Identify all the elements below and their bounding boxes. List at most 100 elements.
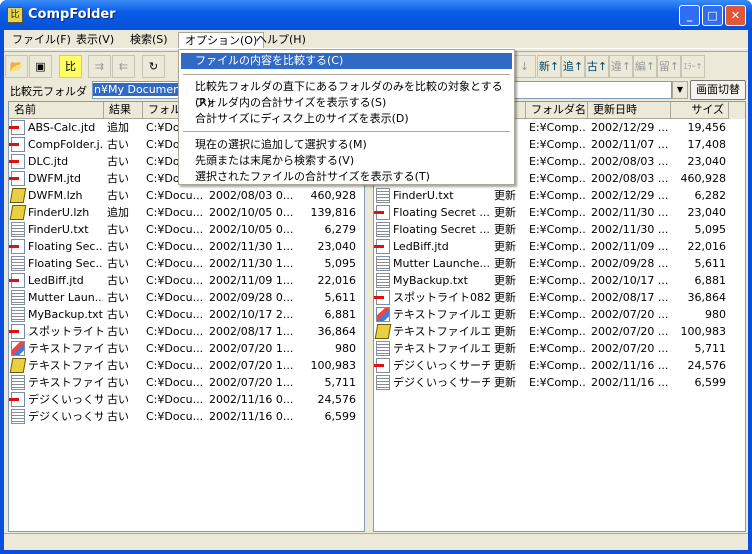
column-header[interactable]: 更新日時 [588,102,671,119]
menu-item[interactable]: 先頭または末尾から検索する(V) [181,153,512,169]
cell-result: 更新 [494,257,516,270]
menu-item[interactable]: 比較先フォルダの直下にあるフォルダのみを比較の対象とする(R) [181,79,512,109]
table-row[interactable]: MyBackup.txt 更新 E:¥Comp... 2002/10/17 ... 6,… [374,272,745,289]
sort-add-button[interactable]: 追↑ [561,55,585,78]
column-header[interactable]: サイズ [671,102,729,119]
title-bar[interactable]: 比 CompFolder _ □ ✕ [0,0,752,30]
jtd-file-icon [374,239,390,254]
cell-result: 更新 [494,325,516,338]
cell-folder: C:¥Docu... [146,376,203,389]
cell-size: 460,928 [680,172,727,185]
table-row[interactable]: LedBiff.jtd 更新 E:¥Comp... 2002/11/09 ... 22,… [374,238,745,255]
cell-result: 古い [107,240,129,253]
jtd-file-icon [9,273,25,288]
dropdown-arrow-icon[interactable]: ▼ [672,81,688,99]
cell-result: 更新 [494,359,516,372]
jtd-file-icon [9,239,25,254]
menu-item[interactable]: 現在の選択に追加して選択する(M) [181,137,512,153]
table-row[interactable]: スポットライト082... 更新 E:¥Comp... 2002/08/17 ... 3… [374,289,745,306]
open-folder-icon[interactable]: 📂 [5,55,28,78]
cell-date: 2002/10/05 0... [209,223,294,236]
table-row[interactable]: DWFM.lzh 古い C:¥Docu... 2002/08/03 0... 460,9… [9,187,364,204]
menu-bar: ファイル(F) 表示(V) 検索(S) オプション(O) ヘルプ(H) [4,30,748,49]
cell-folder: E:¥Comp... [529,257,585,270]
table-row[interactable]: LedBiff.jtd 古い C:¥Docu... 2002/11/09 1... 22… [9,272,364,289]
sort-edit-button[interactable]: 編↑ [633,55,657,78]
switch-screen-button[interactable]: 画面切替 [690,80,746,100]
menu-item[interactable]: ファイルの内容を比較する(C) [181,53,512,69]
dest-folder-input[interactable]: e [504,81,672,99]
save-icon[interactable]: ▣ [29,55,52,78]
cell-result: 更新 [494,342,516,355]
menu-file[interactable]: ファイル(F) [6,32,77,48]
table-row[interactable]: MyBackup.txt 古い C:¥Docu... 2002/10/17 2... 6… [9,306,364,323]
table-row[interactable]: デジくいっくサ... 古い C:¥Docu... 2002/11/16 0... 24,… [9,391,364,408]
table-row[interactable]: FinderU.txt 古い C:¥Docu... 2002/10/05 0... 6,… [9,221,364,238]
table-row[interactable]: Floating Secret ... 更新 E:¥Comp... 2002/11/3… [374,221,745,238]
table-row[interactable]: Mutter Laun... 古い C:¥Docu... 2002/09/28 0..… [9,289,364,306]
table-row[interactable]: デジくいっくサーチ... 更新 E:¥Comp... 2002/11/16 ... 6,… [374,374,745,391]
table-row[interactable]: テキストファイルエ... 更新 E:¥Comp... 2002/07/20 ... 10… [374,323,745,340]
menu-search[interactable]: 検索(S) [124,32,174,48]
table-row[interactable]: テキストファイルエ... 更新 E:¥Comp... 2002/07/20 ... 98… [374,306,745,323]
cell-folder: E:¥Comp... [529,223,585,236]
table-row[interactable]: Floating Sec... 古い C:¥Docu... 2002/11/30 1.… [9,238,364,255]
menu-item[interactable]: 選択されたファイルの合計サイズを表示する(T) [181,169,512,185]
cell-date: 2002/10/17 ... [591,274,668,287]
column-header[interactable]: 名前 [9,102,104,119]
sort-name-button[interactable]: 留↑ [657,55,681,78]
txt-file-icon [11,307,25,322]
cell-result: 更新 [494,240,516,253]
cell-date: 2002/07/20 1... [209,359,294,372]
table-row[interactable]: デジくいっくサ... 古い C:¥Docu... 2002/11/16 0... 6,5… [9,408,364,425]
menu-item[interactable]: フォルダ内の合計サイズを表示する(S) [181,95,512,111]
menu-view[interactable]: 表示(V) [70,32,120,48]
table-row[interactable]: スポットライト0... 古い C:¥Docu... 2002/08/17 1... 36… [9,323,364,340]
cell-date: 2002/12/29 ... [591,121,668,134]
compare-button[interactable]: 比 [59,55,82,78]
cell-date: 2002/11/09 1... [209,274,294,287]
cell-size: 980 [335,342,356,355]
cell-folder: C:¥Docu... [146,240,203,253]
cell-date: 2002/11/30 ... [591,206,668,219]
menu-help[interactable]: ヘルプ(H) [250,32,312,48]
cell-name: DWFM.lzh [28,189,83,202]
minimize-button[interactable]: _ [679,5,700,26]
table-row[interactable]: FinderU.lzh 追加 C:¥Docu... 2002/10/05 0... 13… [9,204,364,221]
table-row[interactable]: テキストファイルエ... 更新 E:¥Comp... 2002/07/20 ... 5,… [374,340,745,357]
cell-size: 460,928 [310,189,357,202]
cell-size: 19,456 [687,121,727,134]
jtd-file-icon [374,358,390,373]
cell-size: 6,599 [694,376,727,389]
cell-date: 2002/11/16 0... [209,410,294,423]
refresh-icon[interactable]: ↻ [142,55,165,78]
table-row[interactable]: Mutter Launche... 更新 E:¥Comp... 2002/09/28 … [374,255,745,272]
column-header[interactable]: 結果 [104,102,143,119]
cell-size: 23,040 [687,206,727,219]
sort-error-button[interactable]: ｴﾗｰ↑ [681,55,705,78]
cell-name: デジくいっくサ... [28,410,103,423]
table-row[interactable]: Floating Sec... 古い C:¥Docu... 2002/11/30 1.… [9,255,364,272]
maximize-button[interactable]: □ [702,5,723,26]
sort-old-button[interactable]: 古↑ [585,55,609,78]
copy-left-icon[interactable]: ⇇ [112,55,135,78]
cell-name: テキストファイ... [28,359,103,372]
table-row[interactable]: FinderU.txt 更新 E:¥Comp... 2002/12/29 ... 6,2… [374,187,745,204]
cell-size: 6,282 [694,189,727,202]
sort-diff-button[interactable]: 違↑ [609,55,633,78]
table-row[interactable]: テキストファイ... 古い C:¥Docu... 2002/07/20 1... 5,7… [9,374,364,391]
table-row[interactable]: テキストファイ... 古い C:¥Docu... 2002/07/20 1... 980 [9,340,364,357]
sort-new-button[interactable]: 新↑ [537,55,561,78]
table-row[interactable]: テキストファイ... 古い C:¥Docu... 2002/07/20 1... 100… [9,357,364,374]
cell-folder: E:¥Comp... [529,138,585,151]
close-button[interactable]: ✕ [725,5,746,26]
cell-folder: C:¥Docu... [146,274,203,287]
cell-folder: E:¥Comp... [529,291,585,304]
copy-right-icon[interactable]: ⇉ [88,55,111,78]
cell-size: 6,881 [324,308,357,321]
table-row[interactable]: Floating Secret ... 更新 E:¥Comp... 2002/11/3… [374,204,745,221]
sort-down-icon[interactable]: ↓ [513,55,536,78]
column-header[interactable]: フォルダ名 [526,102,588,119]
table-row[interactable]: デジくいっくサーチ... 更新 E:¥Comp... 2002/11/16 ... 24… [374,357,745,374]
menu-item[interactable]: 合計サイズにディスク上のサイズを表示(D) [181,111,512,127]
